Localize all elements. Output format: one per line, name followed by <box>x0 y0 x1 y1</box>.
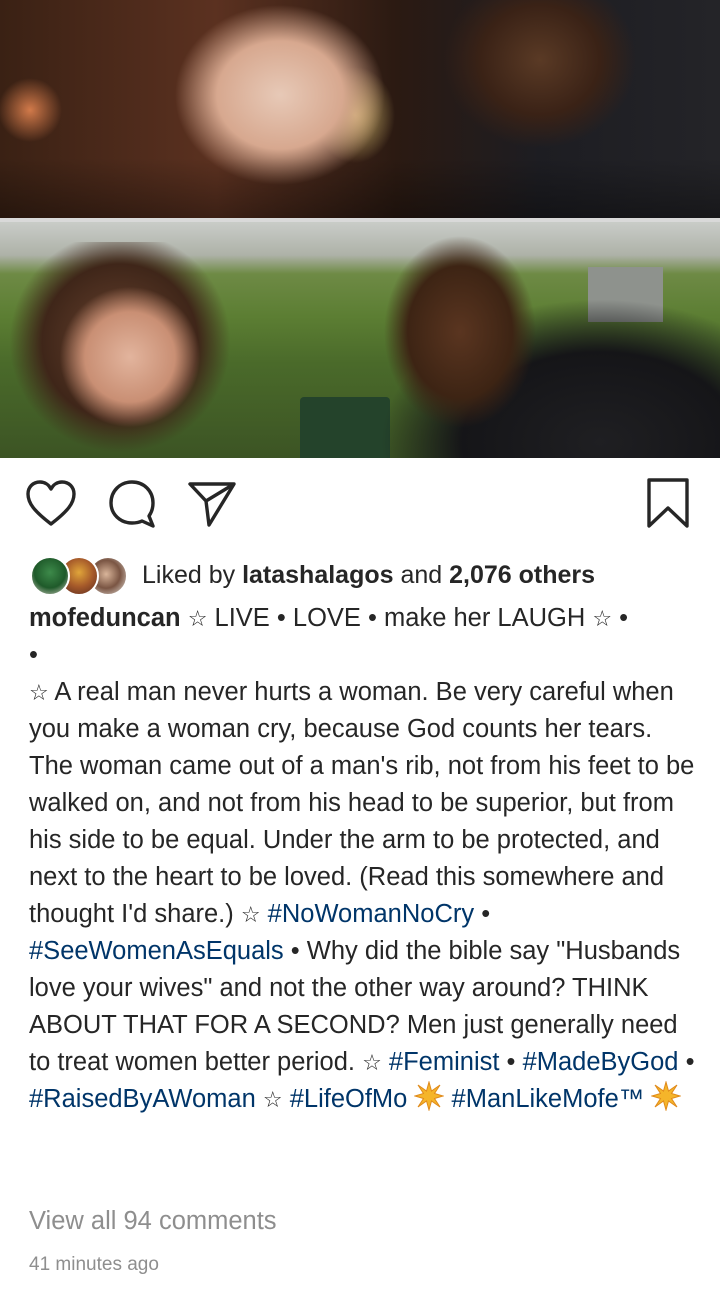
hashtag[interactable]: #RaisedByAWoman <box>29 1085 256 1113</box>
caption-separator: • <box>678 1048 695 1076</box>
caption-headline: LIVE • LOVE • make her LAUGH <box>207 604 593 632</box>
star-icon: ☆ <box>187 606 208 631</box>
star-icon: ☆ <box>262 1087 283 1112</box>
post-photo[interactable] <box>0 0 720 458</box>
hashtag[interactable]: #ManLikeMofe™ <box>452 1085 645 1113</box>
likes-row[interactable]: Liked by latashalagos and 2,076 others <box>30 555 700 596</box>
sparkle-burst-icon <box>414 1081 445 1111</box>
hashtag[interactable]: #SeeWomenAsEquals <box>29 937 284 965</box>
hashtag[interactable]: #NoWomanNoCry <box>268 900 474 928</box>
heart-icon <box>26 480 76 526</box>
bookmark-icon <box>647 478 689 528</box>
liker-username[interactable]: latashalagos <box>242 561 393 589</box>
caption-separator: • <box>499 1048 523 1076</box>
post-caption: mofeduncan ☆ LIVE • LOVE • make her LAUG… <box>29 600 699 1118</box>
likes-prefix: Liked by <box>142 560 243 589</box>
hashtag[interactable]: #Feminist <box>389 1048 500 1076</box>
star-icon: ☆ <box>362 1050 382 1075</box>
star-icon: ☆ <box>592 606 613 631</box>
post-timestamp: 41 minutes ago <box>29 1254 159 1275</box>
sparkle-burst-icon <box>651 1081 682 1111</box>
hashtag[interactable]: #LifeOfMo <box>290 1085 408 1113</box>
likes-text[interactable]: Liked by latashalagos and 2,076 others <box>142 561 595 590</box>
photo-top-panel <box>0 0 720 218</box>
view-all-comments-link[interactable]: View all 94 comments <box>29 1207 277 1236</box>
caption-bullet: • <box>29 641 38 669</box>
hashtag[interactable]: #MadeByGod <box>523 1048 679 1076</box>
caption-body: A real man never hurts a woman. Be very … <box>29 678 695 928</box>
comment-button[interactable] <box>103 474 161 532</box>
photo-bottom-panel <box>0 222 720 458</box>
liker-avatars[interactable] <box>30 556 128 596</box>
save-button[interactable] <box>639 474 697 532</box>
star-icon: ☆ <box>29 680 49 705</box>
comment-icon <box>109 480 155 528</box>
caption-separator: • <box>474 900 491 928</box>
like-button[interactable] <box>22 474 80 532</box>
caption-bullet: • <box>612 604 629 632</box>
likes-middle: and <box>393 560 450 589</box>
avatar <box>30 556 70 596</box>
share-button[interactable] <box>183 474 241 532</box>
caption-username[interactable]: mofeduncan <box>29 604 181 632</box>
likes-count[interactable]: 2,076 others <box>449 561 595 589</box>
star-icon: ☆ <box>240 902 261 927</box>
post-action-bar <box>0 474 720 534</box>
send-icon <box>188 482 236 527</box>
